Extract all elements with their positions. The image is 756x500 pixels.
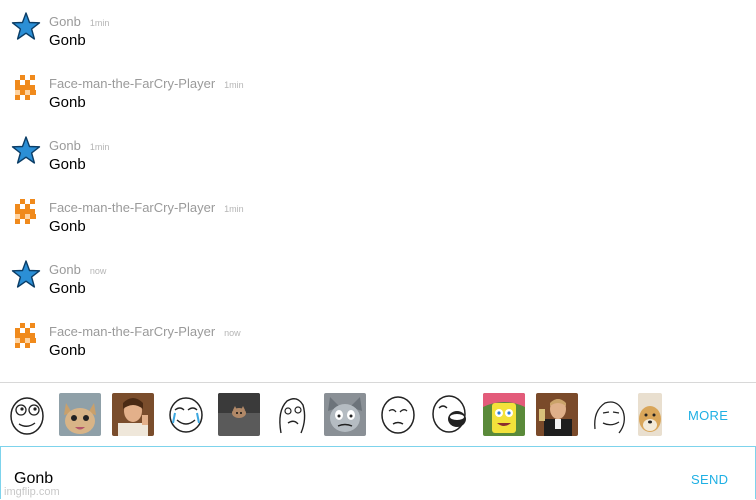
message-input-row: Gonb SEND (0, 446, 756, 499)
star-icon (11, 260, 41, 288)
watermark: imgflip.com (4, 486, 60, 498)
message-header: Gonb now (49, 261, 106, 279)
pixel-invader-icon (15, 75, 36, 100)
pixel-invader-icon (15, 199, 36, 224)
message-text: Gonb (49, 342, 86, 359)
cheers-man-sticker[interactable] (536, 393, 578, 436)
derp-face-sticker[interactable] (271, 393, 313, 436)
message-username[interactable]: Face-man-the-FarCry-Player (49, 76, 215, 91)
message-header: Gonb 1min (49, 137, 109, 155)
more-stickers-button[interactable]: MORE (688, 408, 728, 423)
message-username[interactable]: Face-man-the-FarCry-Player (49, 200, 215, 215)
message-header: Face-man-the-FarCry-Player now (49, 323, 241, 341)
message-item: Gonb now Gonb (0, 260, 756, 322)
lol-face-sticker[interactable] (430, 393, 472, 436)
message-text: Gonb (49, 32, 86, 49)
message-time: 1min (224, 80, 244, 90)
message-header: Face-man-the-FarCry-Player 1min (49, 199, 244, 217)
star-icon (11, 12, 41, 40)
message-item: Face-man-the-FarCry-Player 1min Gonb (0, 74, 756, 136)
rage-face-sticker[interactable] (6, 393, 48, 436)
message-header: Gonb 1min (49, 13, 109, 31)
message-text: Gonb (49, 280, 86, 297)
send-button[interactable]: SEND (691, 472, 728, 487)
message-username[interactable]: Gonb (49, 262, 81, 277)
message-username[interactable]: Gonb (49, 14, 81, 29)
sticker-bar (0, 383, 756, 446)
message-text: Gonb (49, 156, 86, 173)
message-time: now (224, 328, 241, 338)
message-text: Gonb (49, 94, 86, 111)
thumbs-up-man-sticker[interactable] (112, 393, 154, 436)
star-icon (11, 136, 41, 164)
ceiling-cat-sticker[interactable] (218, 393, 260, 436)
message-time: 1min (89, 18, 110, 28)
message-username[interactable]: Face-man-the-FarCry-Player (49, 324, 215, 339)
okay-face-sticker[interactable] (377, 393, 419, 436)
message-username[interactable]: Gonb (49, 138, 81, 153)
doge-sticker[interactable] (638, 393, 662, 436)
message-time: 1min (89, 142, 110, 152)
message-header: Face-man-the-FarCry-Player 1min (49, 75, 244, 93)
message-list: Gonb 1min Gonb Face-man-the-FarCry-Player… (0, 0, 756, 382)
message-text: Gonb (49, 218, 86, 235)
tom-cat-sticker[interactable] (324, 393, 366, 436)
message-item: Face-man-the-FarCry-Player now Gonb (0, 322, 756, 382)
message-item: Gonb 1min Gonb (0, 12, 756, 74)
message-time: now (89, 266, 107, 276)
message-time: 1min (224, 204, 244, 214)
crying-face-sticker[interactable] (165, 393, 207, 436)
cat-sticker[interactable] (59, 393, 101, 436)
spongebob-sticker[interactable] (483, 393, 525, 436)
message-item: Face-man-the-FarCry-Player 1min Gonb (0, 198, 756, 260)
pixel-invader-icon (15, 323, 36, 348)
meme-face-sticker[interactable] (589, 393, 631, 436)
message-item: Gonb 1min Gonb (0, 136, 756, 198)
